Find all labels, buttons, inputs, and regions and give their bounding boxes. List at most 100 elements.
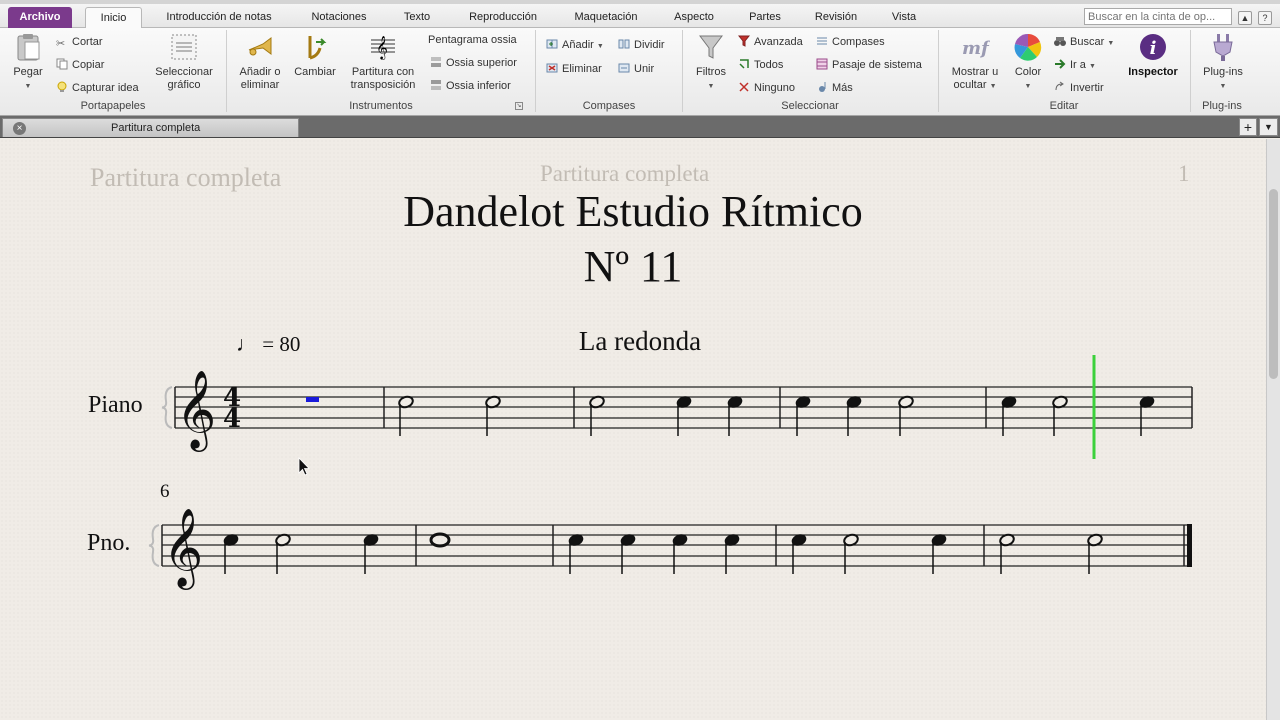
mouse-cursor-icon [298,457,310,476]
select-graphic-icon [171,34,197,60]
tab-menu-icon[interactable]: ▼ [1259,118,1278,136]
add-remove-instruments-button[interactable]: Añadir o eliminar [232,32,288,92]
change-label: Cambiar [294,66,336,78]
copy-button[interactable]: Copiar [56,57,104,73]
dropdown-arrow-icon: ▼ [989,83,997,90]
select-graphic-button[interactable]: Seleccionar gráfico [150,32,218,92]
join-bar-button[interactable]: Unir [618,61,654,77]
treble-clef-icon: 𝄞 [176,370,216,452]
tab-maquetacion[interactable]: Maquetación [563,7,649,28]
delete-bar-label: Eliminar [562,63,602,75]
ribbon-search-input[interactable] [1084,8,1232,25]
plugins-button[interactable]: Plug-ins ▼ [1196,32,1250,93]
select-all-button[interactable]: Todos [738,57,783,73]
more-label: Más [832,82,853,94]
select-graphic-label: Seleccionar gráfico [155,66,213,91]
document-tab-partitura-completa[interactable]: × Partitura completa [2,118,299,137]
select-bars-label: Compases [832,36,885,48]
notes-system-2[interactable] [223,532,1104,574]
dropdown-arrow-icon: ▼ [1088,63,1096,70]
time-signature-bottom: 4 [223,404,241,434]
score-staves[interactable]: 𝄞 4 4 𝄞 [0,139,1266,720]
svg-text:i: i [1150,38,1157,59]
lightbulb-icon [57,81,67,92]
help-icon[interactable]: ? [1258,11,1272,25]
select-more-icon [819,82,826,92]
dialog-launcher-icon[interactable]: ↘ [515,102,523,110]
ossia-staff-button[interactable]: Pentagrama ossia [428,32,517,48]
tab-aspecto[interactable]: Aspecto [664,7,724,28]
collapse-ribbon-icon[interactable]: ▲ [1238,11,1252,25]
group-label-seleccionar: Seleccionar [781,100,839,112]
scrollbar-thumb[interactable] [1269,189,1278,379]
color-wheel-icon [1014,33,1042,61]
mf-dynamic-icon: mf [962,38,990,59]
color-button[interactable]: Color ▼ [1010,32,1046,93]
group-separator [938,30,939,112]
tab-texto[interactable]: Texto [392,7,442,28]
vertical-scrollbar[interactable] [1266,139,1280,720]
tab-notaciones[interactable]: Notaciones [300,7,378,28]
select-more-button[interactable]: Más [816,80,853,96]
delete-bar-button[interactable]: Eliminar [546,61,602,77]
ossia-above-button[interactable]: Ossia superior [430,55,517,71]
score-page[interactable]: Partitura completa Partitura completa 1 … [0,139,1266,720]
tab-revision[interactable]: Revisión [806,7,866,28]
add-bar-button[interactable]: Añadir ▼ [546,37,604,53]
group-label-editar: Editar [1049,100,1079,112]
transposing-score-button[interactable]: 𝄞 Partitura con transposición [344,32,422,92]
group-label-portapapeles: Portapapeles [80,100,146,112]
copy-icon [56,58,68,70]
dropdown-arrow-icon: ▼ [1219,83,1227,90]
color-label: Color [1014,66,1042,78]
split-bar-button[interactable]: Dividir [618,37,665,53]
tab-partes[interactable]: Partes [740,7,790,28]
transposing-score-icon: 𝄞 [371,35,395,60]
add-bar-label: Añadir [562,39,594,51]
tab-archivo[interactable]: Archivo [8,7,72,28]
funnel-icon [699,35,723,59]
ribbon: Pegar ▼ ✂ Cortar Copiar Capturar idea Sele… [0,28,1280,116]
copy-label: Copiar [72,59,105,71]
split-bar-label: Dividir [634,39,665,51]
group-label-instrumentos: Instrumentos [349,100,413,112]
paste-button[interactable]: Pegar ▼ [6,32,50,93]
invert-button[interactable]: Invertir [1054,80,1104,96]
find-button[interactable]: Buscar ▼ [1054,34,1114,50]
filters-button[interactable]: Filtros ▼ [690,32,732,93]
all-label: Todos [754,59,784,71]
advanced-select-button[interactable]: Avanzada [738,34,803,50]
tab-reproduccion[interactable]: Reproducción [458,7,548,28]
ossia-below-label: Ossia inferior [446,80,511,92]
ossia-above-label: Ossia superior [446,57,517,69]
tab-introduccion-de-notas[interactable]: Introducción de notas [152,7,286,28]
paste-label: Pegar [13,66,43,78]
ossia-below-button[interactable]: Ossia inferior [430,78,511,94]
advanced-label: Avanzada [754,36,803,48]
tab-vista[interactable]: Vista [882,7,926,28]
final-barline [1187,524,1192,567]
select-none-button[interactable]: Ninguno [738,80,795,96]
delete-bar-icon [546,63,558,73]
goto-button[interactable]: Ir a ▼ [1054,57,1096,73]
group-separator [1190,30,1191,112]
notes-system-1[interactable] [398,395,1156,436]
select-bars-button[interactable]: Compases [816,34,885,50]
tab-inicio[interactable]: Inicio [85,7,142,29]
inspector-button[interactable]: i Inspector [1124,32,1182,79]
cut-button[interactable]: ✂ Cortar [56,34,103,50]
selected-whole-rest[interactable] [306,397,319,402]
show-hide-button[interactable]: mf Mostrar u ocultar ▼ [944,32,1006,93]
inspector-label: Inspector [1128,66,1178,78]
close-tab-icon[interactable]: × [13,122,26,135]
group-label-compases: Compases [582,100,636,112]
select-bars-icon [817,37,827,45]
add-tab-icon[interactable]: + [1239,118,1257,136]
system-passage-button[interactable]: Pasaje de sistema [816,57,922,73]
invert-icon [1055,81,1064,91]
capture-idea-button[interactable]: Capturar idea [56,80,139,96]
transposing-label: Partitura con transposición [350,66,416,91]
document-tab-label: Partitura completa [111,122,201,134]
join-bar-label: Unir [634,63,655,75]
change-instrument-button[interactable]: Cambiar [290,32,340,79]
